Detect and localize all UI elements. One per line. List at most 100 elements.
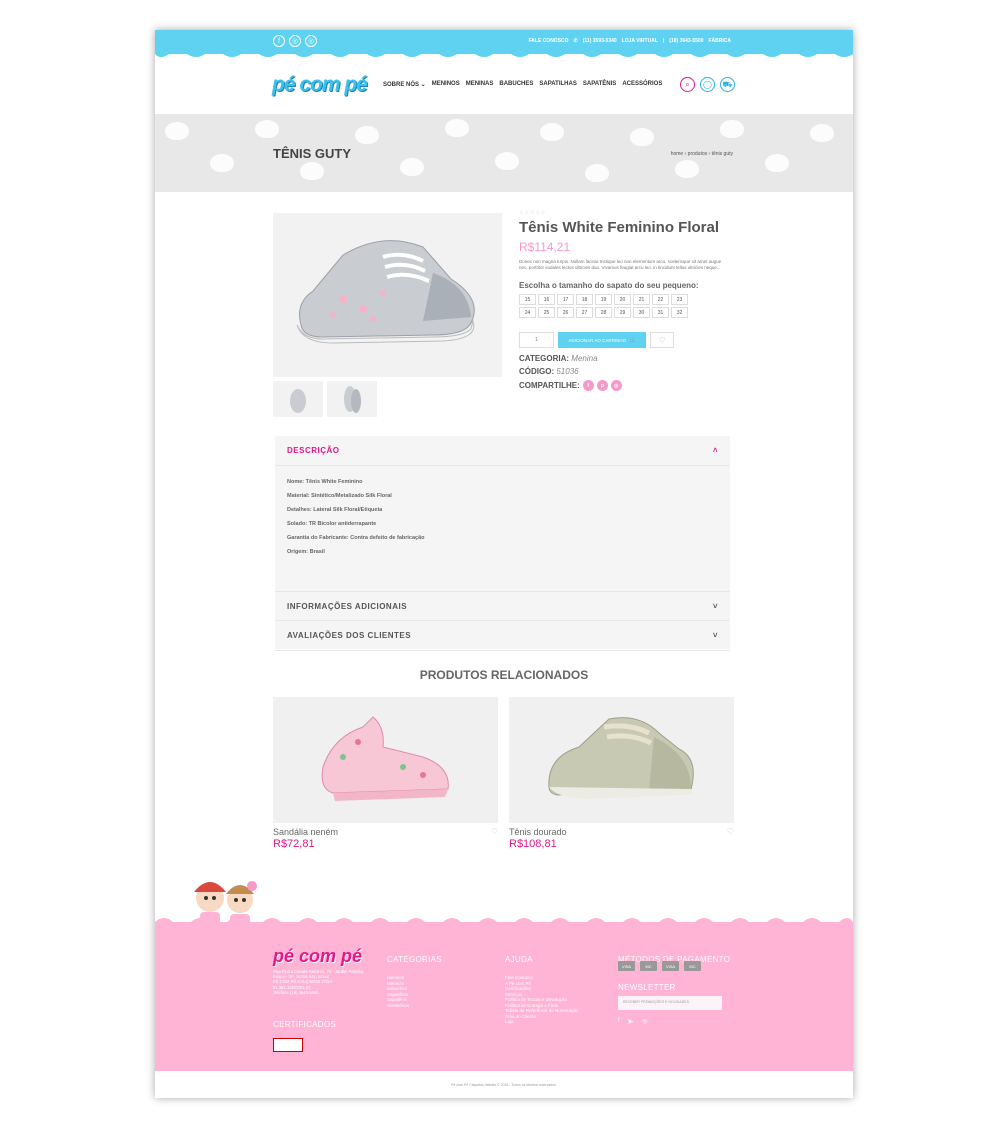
tab-label: DESCRIÇÃO — [287, 446, 340, 455]
category-value[interactable]: Menina — [571, 354, 597, 363]
separator: | — [662, 38, 665, 44]
product-short-description: Donec non magna turpis. Nullam lacinia t… — [519, 259, 722, 270]
footer-address: Rua Pedro Canale Ramires, 71 - Jardim Pa… — [273, 969, 365, 995]
size-option[interactable]: 21 — [633, 294, 650, 305]
certificate-badge — [273, 1038, 303, 1052]
detail-line: Material: Sintético/Metalizado Silk Flor… — [287, 493, 392, 499]
facebook-icon[interactable]: f — [582, 380, 594, 391]
user-icon[interactable]: ◯ — [700, 77, 715, 92]
size-option[interactable]: 29 — [614, 307, 631, 318]
chevron-down-icon: ˅ — [712, 601, 718, 611]
product-thumbnail-2[interactable] — [327, 381, 377, 417]
paw-pattern — [810, 124, 834, 142]
nav-meninas[interactable]: MENINAS — [466, 81, 494, 88]
size-option[interactable]: 17 — [557, 294, 574, 305]
youtube-icon[interactable]: ▶ — [629, 1018, 634, 1025]
contact-link[interactable]: FALE CONOSCO — [529, 38, 569, 44]
nav-sapatilhas[interactable]: SAPATILHAS — [539, 81, 576, 88]
size-option[interactable]: 19 — [595, 294, 612, 305]
chevron-up-icon: ˄ — [712, 446, 718, 455]
instagram-icon[interactable]: ◎ — [289, 35, 301, 47]
size-option[interactable]: 16 — [538, 294, 555, 305]
size-option[interactable]: 23 — [671, 294, 688, 305]
size-option[interactable]: 22 — [652, 294, 669, 305]
nav-sobre[interactable]: SOBRE NÓS ⌄ — [383, 81, 426, 88]
chevron-down-icon: ˅ — [712, 631, 718, 640]
footer-link[interactable]: Sapatênis — [387, 997, 409, 1003]
facebook-icon[interactable]: f — [618, 1018, 620, 1025]
newsletter-title: NEWSLETTER — [618, 983, 676, 992]
detail-line: Detalhes: Lateral Silk Floral/Etiqueta — [287, 507, 383, 513]
size-label: Escolha o tamanho do sapato do seu peque… — [519, 281, 699, 290]
share-label: COMPARTILHE: — [519, 381, 580, 390]
header-icons: ⌕ ◯ ⛟ — [680, 77, 735, 92]
size-option[interactable]: 20 — [614, 294, 631, 305]
paw-pattern — [445, 119, 469, 137]
categories-title: CATEGORIAS — [387, 955, 442, 964]
product-thumbnail-1[interactable] — [273, 381, 323, 417]
paw-pattern — [210, 154, 234, 172]
nav-meninos[interactable]: MENINOS — [432, 81, 460, 88]
pink-sandal-image — [321, 716, 449, 801]
add-to-cart-button[interactable]: ADICIONAR AO CARRINHO 🛒 — [558, 332, 646, 348]
nav-acessorios[interactable]: ACESSÓRIOS — [622, 81, 662, 88]
size-option[interactable]: 32 — [671, 307, 688, 318]
related-product-image[interactable] — [273, 697, 498, 823]
wishlist-heart-icon[interactable]: ♡ — [650, 332, 674, 348]
nav-sapatenis[interactable]: SAPATÊNIS — [583, 81, 616, 88]
store-label: LOJA VIRTUAL — [621, 38, 658, 44]
thumb-shoe-image — [344, 386, 361, 413]
size-option[interactable]: 24 — [519, 307, 536, 318]
footer-link[interactable]: Loja — [505, 1019, 578, 1025]
size-option[interactable]: 27 — [576, 307, 593, 318]
crumb-produtos[interactable]: produtos — [688, 151, 707, 157]
related-product-card[interactable]: Sandália neném ♡ R$72,81 — [273, 697, 498, 850]
related-product-card[interactable]: Tênis dourado ♡ R$108,81 — [509, 697, 734, 850]
product-name-text[interactable]: Sandália neném — [273, 827, 338, 837]
product-title: Tênis White Feminino Floral — [519, 219, 720, 236]
size-option[interactable]: 28 — [595, 307, 612, 318]
newsletter-input[interactable]: RECEBER PROMOÇÕES E NOVIDADES — [618, 996, 722, 1010]
tab-avaliacoes[interactable]: AVALIAÇÕES DOS CLIENTES ˅ — [275, 621, 730, 651]
crumb-home[interactable]: home — [671, 151, 684, 157]
related-title: PRODUTOS RELACIONADOS — [419, 668, 589, 682]
search-icon[interactable]: ⌕ — [680, 77, 695, 92]
wishlist-heart-icon[interactable]: ♡ — [727, 827, 734, 837]
product-main-image[interactable] — [273, 213, 502, 377]
size-option[interactable]: 26 — [557, 307, 574, 318]
product-tabs: DESCRIÇÃO ˄ Nome: Tênis White Feminino Ma… — [275, 436, 730, 651]
paw-pattern — [540, 123, 564, 141]
size-option[interactable]: 30 — [633, 307, 650, 318]
size-option[interactable]: 31 — [652, 307, 669, 318]
tab-informacoes[interactable]: INFORMAÇÕES ADICIONAIS ˅ — [275, 591, 730, 621]
tab-label: AVALIAÇÕES DOS CLIENTES — [287, 631, 412, 640]
footer-wave — [155, 918, 853, 924]
paw-pattern — [300, 162, 324, 180]
paw-pattern — [165, 122, 189, 140]
code-label: CÓDIGO — [519, 367, 552, 376]
footer-logo[interactable]: pé com pé — [273, 946, 362, 967]
pinterest-icon[interactable]: p — [596, 380, 608, 391]
product-name-text[interactable]: Tênis dourado — [509, 827, 567, 837]
paw-pattern — [720, 120, 744, 138]
quantity-stepper[interactable]: 1 — [519, 332, 554, 348]
nav-babuches[interactable]: BABUCHES — [499, 81, 533, 88]
instagram-icon[interactable]: ◎ — [610, 380, 622, 391]
footer-link[interactable]: Tabela de Referência de Numeração — [505, 1008, 578, 1014]
gold-sneaker-image — [548, 717, 694, 799]
footer-link[interactable]: Acessórios — [387, 1003, 409, 1009]
related-product-image[interactable] — [509, 697, 734, 823]
size-option[interactable]: 25 — [538, 307, 555, 318]
size-option[interactable]: 18 — [576, 294, 593, 305]
cart-icon[interactable]: ⛟ — [720, 77, 735, 92]
phone-store: (11) 3593-5340 — [582, 38, 617, 44]
size-option[interactable]: 15 — [519, 294, 536, 305]
share-row: COMPARTILHE: f p ◎ — [519, 380, 739, 391]
site-logo[interactable]: pé com pé — [272, 73, 368, 97]
instagram-icon[interactable]: ◎ — [642, 1018, 647, 1025]
tab-descricao[interactable]: DESCRIÇÃO ˄ — [275, 436, 730, 466]
pinterest-icon[interactable]: ◎ — [305, 35, 317, 47]
footer-link[interactable]: Babuches — [387, 986, 409, 992]
facebook-icon[interactable]: f — [273, 35, 285, 47]
wishlist-heart-icon[interactable]: ♡ — [491, 827, 498, 837]
